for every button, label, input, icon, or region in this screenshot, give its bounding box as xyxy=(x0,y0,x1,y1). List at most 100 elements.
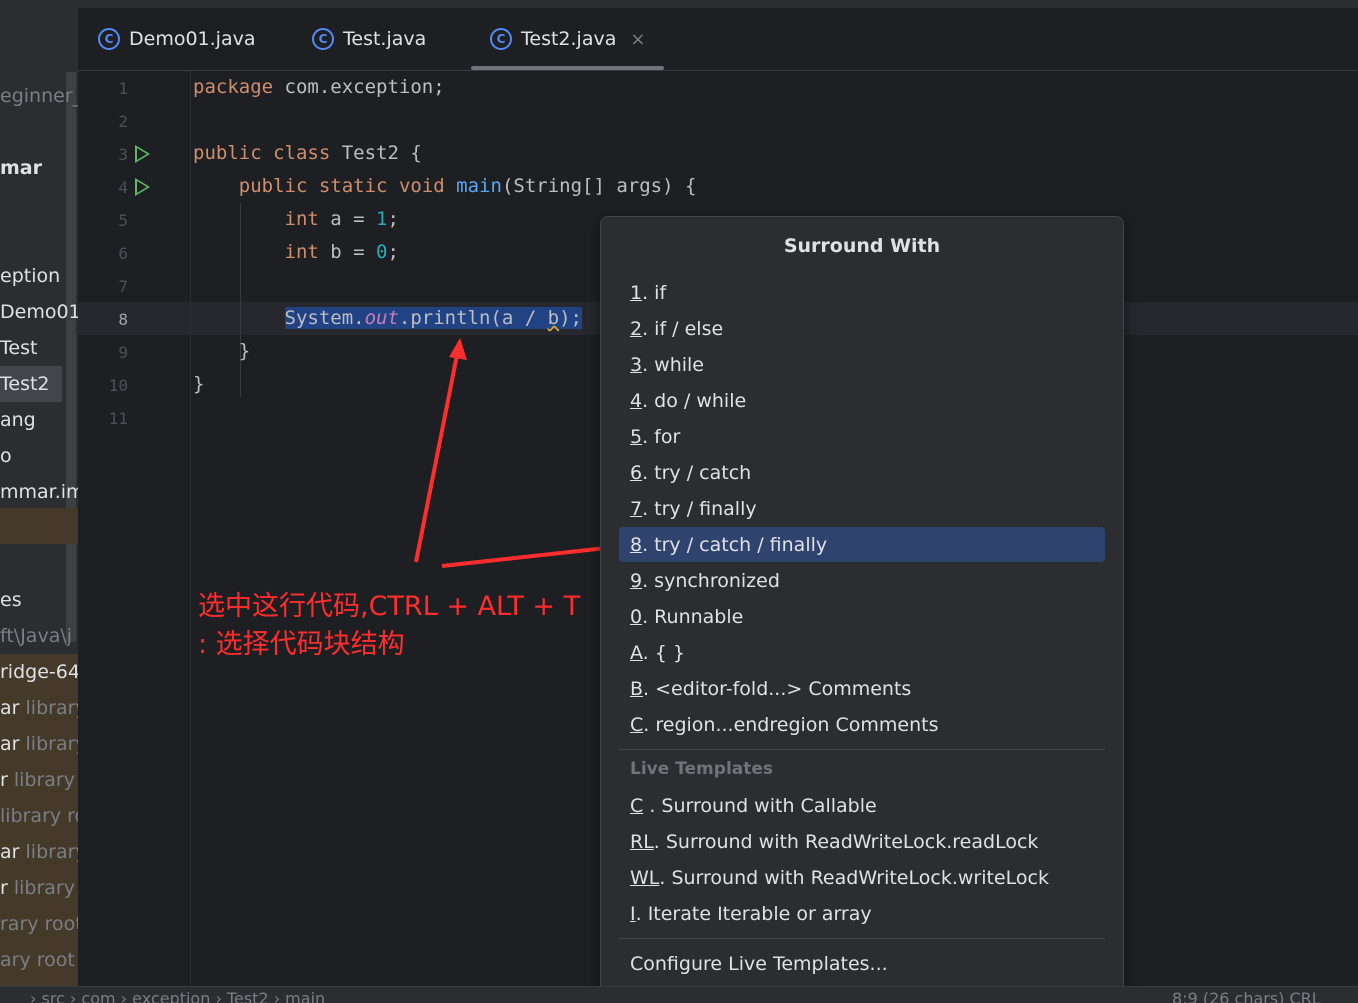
keyword: int xyxy=(284,208,319,230)
menu-item-for[interactable]: 5. for xyxy=(630,420,680,454)
tab-demo01[interactable]: C Demo01.java xyxy=(98,8,255,70)
tab-test[interactable]: C Test.java xyxy=(312,8,426,70)
menu-item-if-else[interactable]: 2. if / else xyxy=(630,312,723,346)
code-text: a = xyxy=(318,208,377,230)
popup-title: Surround With xyxy=(783,235,941,257)
tree-item[interactable]: ar library xyxy=(0,726,78,762)
menu-item-if[interactable]: 1. if xyxy=(630,276,666,310)
live-templates-header: Live Templates xyxy=(630,759,774,779)
keyword: class xyxy=(273,142,331,164)
tree-item-label: Test2 xyxy=(0,373,50,395)
menu-item-label: . <editor-fold...> Comments xyxy=(643,678,912,700)
line-number: 9 xyxy=(118,343,128,362)
sidebar-scrollbar[interactable] xyxy=(66,72,76,642)
menu-item-runnable[interactable]: 0. Runnable xyxy=(630,600,743,634)
code-text: Test2 { xyxy=(330,142,422,164)
menu-item-synchronized[interactable]: 9. synchronized xyxy=(630,564,780,598)
line-number: 2 xyxy=(118,112,128,131)
keyword: public xyxy=(238,175,308,197)
menu-item-label: . Runnable xyxy=(642,606,744,628)
tree-item[interactable]: r library r xyxy=(0,762,78,798)
code-line-6: int b = 0; xyxy=(193,241,399,263)
tree-item[interactable]: ridge-64 xyxy=(0,654,78,690)
menu-item-writelock[interactable]: WL. Surround with ReadWriteLock.writeLoc… xyxy=(630,861,1049,895)
caret-position[interactable]: 8:9 (26 chars) CRL xyxy=(1172,989,1321,1003)
mnemonic: 9 xyxy=(630,570,643,592)
menu-item-braces[interactable]: A. { } xyxy=(630,636,685,670)
tree-item[interactable]: eginner_( xyxy=(0,78,78,114)
mnemonic: 1 xyxy=(630,282,643,304)
menu-item-label: . Surround with ReadWriteLock.writeLock xyxy=(659,867,1049,889)
selected-code[interactable]: System.out.println(a / b); xyxy=(284,307,582,329)
menu-item-label: . for xyxy=(642,426,681,448)
tree-item-label: Test xyxy=(0,337,38,359)
line-number: 11 xyxy=(108,409,128,428)
menu-item-editor-fold[interactable]: B. <editor-fold...> Comments xyxy=(630,672,911,706)
tree-item[interactable]: ar library xyxy=(0,834,78,870)
status-bar: › src › com › exception › Test2 › main 8… xyxy=(0,986,1358,1003)
library-tag: library r xyxy=(13,769,78,791)
tree-item[interactable]: ary root xyxy=(0,942,75,978)
menu-item-try-finally[interactable]: 7. try / finally xyxy=(630,492,757,526)
configure-live-templates-link[interactable]: Configure Live Templates... xyxy=(630,947,888,981)
code-text: ; xyxy=(387,241,399,263)
tree-item-label: ridge-64 xyxy=(0,661,78,683)
class-icon: C xyxy=(490,28,512,50)
tab-test2[interactable]: C Test2.java × xyxy=(490,8,645,70)
mnemonic: 2 xyxy=(630,318,643,340)
tree-item[interactable]: mmar.im xyxy=(0,474,78,510)
code-text: b = xyxy=(318,241,377,263)
line-number: 5 xyxy=(118,211,128,230)
menu-item-label: . if xyxy=(642,282,667,304)
tree-item[interactable]: r library r xyxy=(0,870,78,906)
tree-item[interactable]: Test xyxy=(0,330,37,366)
tree-item[interactable]: ar library xyxy=(0,690,78,726)
mnemonic: 8 xyxy=(630,534,643,556)
tree-item[interactable]: rary root xyxy=(0,906,78,942)
keyword: static xyxy=(318,175,388,197)
menu-item-try-catch-finally[interactable]: 8. try / catch / finally xyxy=(630,528,827,562)
class-icon: C xyxy=(312,28,334,50)
annotation-line: : 选择代码块结构 xyxy=(198,629,405,660)
tree-item[interactable]: ang xyxy=(0,402,36,438)
code-line-4: public static void main(String[] args) { xyxy=(193,175,697,197)
annotation-line: 选中这行代码,CTRL + ALT + T xyxy=(198,591,581,622)
tree-item[interactable]: library ro xyxy=(0,798,78,834)
tree-item[interactable]: es xyxy=(0,582,22,618)
breadcrumb[interactable]: › src › com › exception › Test2 › main xyxy=(30,989,325,1003)
tree-item[interactable]: mar xyxy=(0,150,42,186)
run-icon[interactable] xyxy=(135,178,150,196)
menu-item-label: . { } xyxy=(642,642,685,664)
tree-item-label: eption xyxy=(0,265,61,287)
code-text: } xyxy=(193,373,205,395)
tree-item[interactable]: o xyxy=(0,438,12,474)
menu-item-do-while[interactable]: 4. do / while xyxy=(630,384,746,418)
code-text: .println(a / xyxy=(398,307,548,329)
tree-item[interactable]: eption xyxy=(0,258,60,294)
tree-item[interactable]: ft\Java\j xyxy=(0,618,72,654)
close-icon[interactable]: × xyxy=(630,29,645,50)
code-line-1: package com.exception; xyxy=(193,76,445,98)
menu-item-label: . do / while xyxy=(642,390,747,412)
menu-item-readlock[interactable]: RL. Surround with ReadWriteLock.readLock xyxy=(630,825,1038,859)
menu-item-iterate[interactable]: I. Iterate Iterable or array xyxy=(630,897,872,931)
menu-item-surround-callable[interactable]: C . Surround with Callable xyxy=(630,789,877,823)
tree-item-label: es xyxy=(0,589,22,611)
menu-item-region[interactable]: C. region...endregion Comments xyxy=(630,708,938,742)
indent-guide xyxy=(240,203,241,397)
code-line-5: int a = 1; xyxy=(193,208,399,230)
tree-item[interactable]: Demo01 xyxy=(0,294,78,330)
tree-item-selected[interactable]: Test2 xyxy=(0,366,62,402)
run-icon[interactable] xyxy=(135,145,150,163)
menu-item-try-catch[interactable]: 6. try / catch xyxy=(630,456,751,490)
tree-item-label: ft\Java\j xyxy=(0,625,73,647)
project-sidebar: eginner_( mar eption Demo01 Test Test2 a… xyxy=(0,8,78,986)
line-number: 1 xyxy=(118,79,128,98)
library-tag: library xyxy=(25,733,78,755)
highlighted-row xyxy=(0,508,78,544)
menu-item-while[interactable]: 3. while xyxy=(630,348,704,382)
keyword: void xyxy=(398,175,445,197)
editor-tabs: C Demo01.java C Test.java C Test2.java × xyxy=(78,8,1358,71)
number-literal: 0 xyxy=(376,241,388,263)
menu-separator xyxy=(619,938,1105,939)
